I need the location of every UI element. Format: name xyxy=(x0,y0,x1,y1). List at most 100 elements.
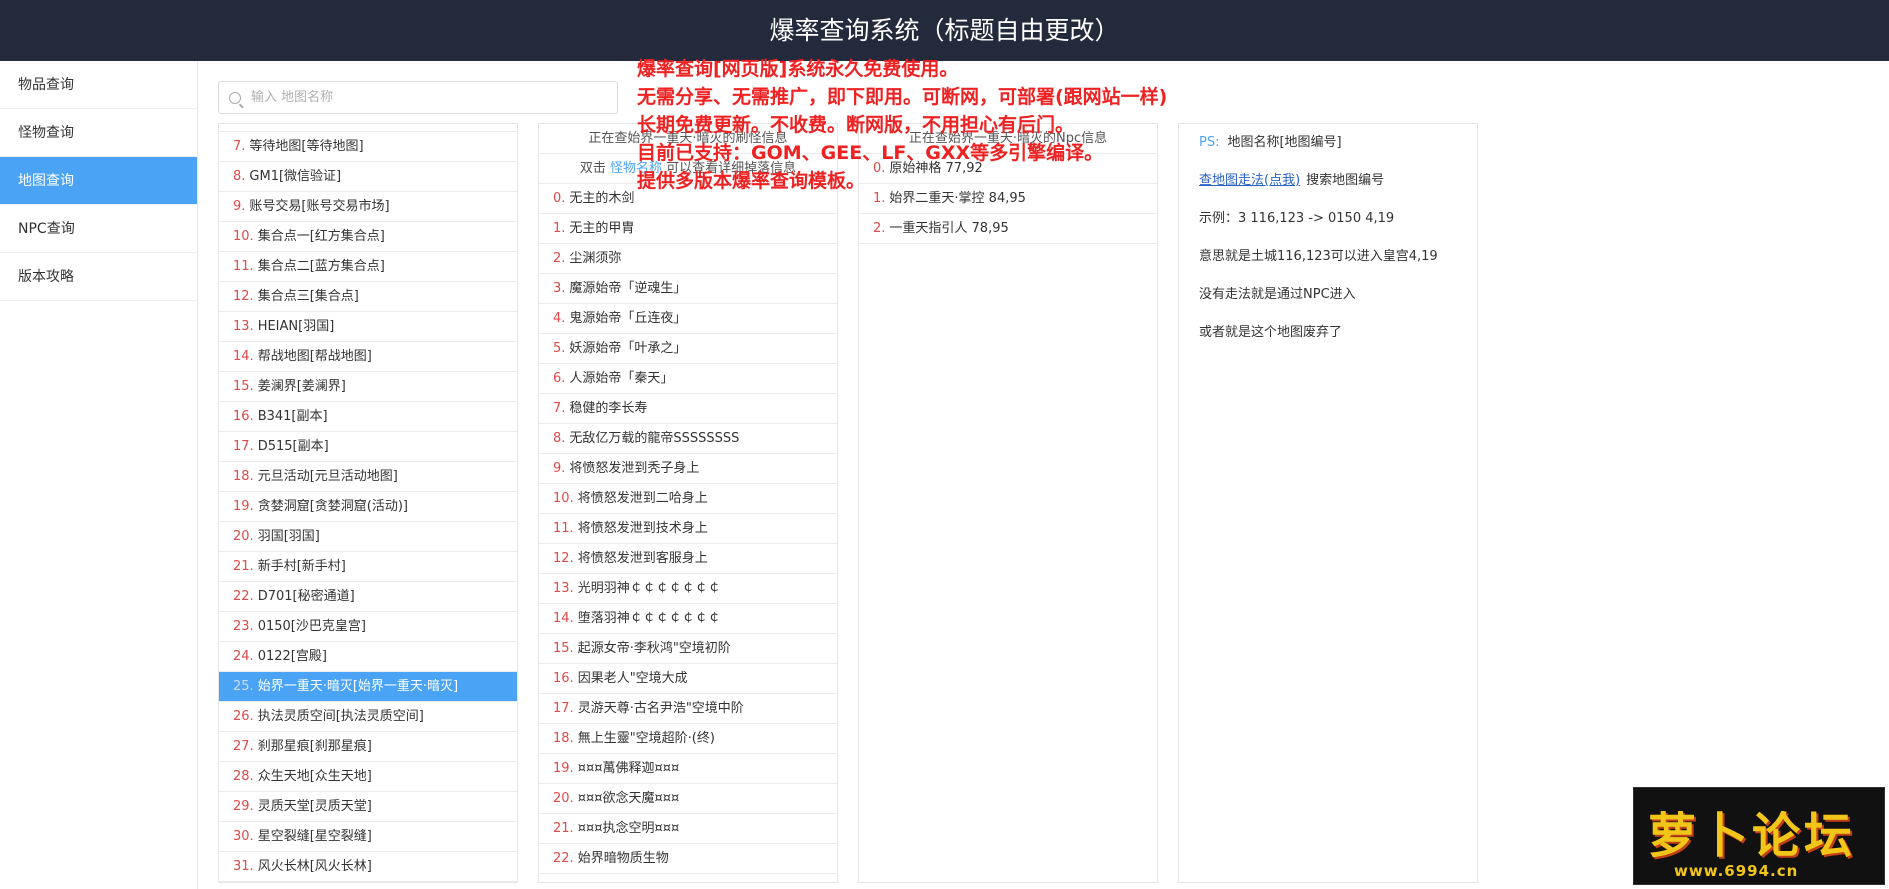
monster-list-item[interactable]: 14. 堕落羽神￠￠￠￠￠￠￠ xyxy=(539,604,837,634)
row-label: 羽国[羽国] xyxy=(257,529,320,544)
npc-list-item[interactable]: 2. 一重天指引人 78,95 xyxy=(859,214,1157,244)
npc-list-panel[interactable]: 正在查始界一重天·暗灭的Npc信息 0. 原始神格 77,92 1. 始界二重天·掌控… xyxy=(858,123,1158,883)
row-label: 稳健的李长寿 xyxy=(569,401,648,416)
row-label: 人源始帝「秦天」 xyxy=(569,371,674,386)
row-number: 3. xyxy=(553,281,566,296)
row-label: 始界暗物质生物 xyxy=(577,851,669,866)
row-number: 9. xyxy=(553,461,566,476)
row-label: 帮战地图[帮战地图] xyxy=(257,349,372,364)
map-list-item[interactable]: 30. 星空裂缝[星空裂缝] xyxy=(219,822,517,852)
map-list-item[interactable]: 21. 新手村[新手村] xyxy=(219,552,517,582)
map-list-item[interactable]: 23. 0150[沙巴克皇宫] xyxy=(219,612,517,642)
row-number: 8. xyxy=(233,169,246,184)
map-list-item[interactable]: 16. B341[副本] xyxy=(219,402,517,432)
monster-list-item[interactable]: 7. 稳健的李长寿 xyxy=(539,394,837,424)
row-label: 元旦活动[元旦活动地图] xyxy=(257,469,398,484)
row-label: 一重天指引人 78,95 xyxy=(889,221,1009,236)
monster-list-item[interactable]: 11. 将愤怒发泄到技术身上 xyxy=(539,514,837,544)
row-number: 12. xyxy=(233,289,254,304)
map-list-item[interactable]: 29. 灵质天堂[灵质天堂] xyxy=(219,792,517,822)
monster-list-item[interactable]: 10. 将愤怒发泄到二哈身上 xyxy=(539,484,837,514)
row-number: 19. xyxy=(553,761,574,776)
monster-list-item[interactable]: 19. ¤¤¤萬佛释迦¤¤¤ xyxy=(539,754,837,784)
map-list-item[interactable]: 25. 始界一重天·暗灭[始界一重天·暗灭] xyxy=(219,672,517,702)
row-number: 20. xyxy=(553,791,574,806)
row-number: 2. xyxy=(873,221,886,236)
sidebar-item-npc[interactable]: NPC查询 xyxy=(0,205,197,253)
row-label: 贪婪洞窟[贪婪洞窟(活动)] xyxy=(257,499,408,514)
row-number: 24. xyxy=(233,649,254,664)
monster-list-item[interactable]: 21. ¤¤¤执念空明¤¤¤ xyxy=(539,814,837,844)
monster-list-item[interactable]: 1. 无主的甲胄 xyxy=(539,214,837,244)
sidebar-item-items[interactable]: 物品查询 xyxy=(0,61,197,109)
info-line: 意思就是土城116,123可以进入皇宫4,19 xyxy=(1199,249,1438,264)
monster-list-panel[interactable]: 正在查始界一重天·暗灭的刷怪信息 双击 怪物名称 可以查看详细掉落信息 0. 无主… xyxy=(538,123,838,883)
row-label: 无敌亿万载的龍帝SSSSSSSS xyxy=(569,431,740,446)
map-list-item[interactable]: 18. 元旦活动[元旦活动地图] xyxy=(219,462,517,492)
map-list-item[interactable]: 7. 等待地图[等待地图] xyxy=(219,132,517,162)
sidebar-item-guide[interactable]: 版本攻略 xyxy=(0,253,197,301)
monster-list-item[interactable]: 4. 鬼源始帝「丘连夜」 xyxy=(539,304,837,334)
map-list-item[interactable]: 28. 众生天地[众生天地] xyxy=(219,762,517,792)
monster-list-item[interactable]: 9. 将愤怒发泄到秃子身上 xyxy=(539,454,837,484)
monster-list-item[interactable]: 16. 因果老人"空境大成 xyxy=(539,664,837,694)
row-label: 鬼源始帝「丘连夜」 xyxy=(569,311,687,326)
map-list-item[interactable]: 17. D515[副本] xyxy=(219,432,517,462)
row-label: 因果老人"空境大成 xyxy=(577,671,688,686)
row-number: 12. xyxy=(553,551,574,566)
row-number: 18. xyxy=(553,731,574,746)
monster-list-item[interactable]: 22. 始界暗物质生物 xyxy=(539,844,837,874)
sidebar-item-monsters[interactable]: 怪物查询 xyxy=(0,109,197,157)
sidebar-item-maps[interactable]: 地图查询 xyxy=(0,157,197,205)
monster-list-item[interactable]: 12. 将愤怒发泄到客服身上 xyxy=(539,544,837,574)
row-number: 15. xyxy=(233,379,254,394)
row-label: ¤¤¤执念空明¤¤¤ xyxy=(577,821,680,836)
row-label: 集合点二[蓝方集合点] xyxy=(257,259,385,274)
map-list-item[interactable]: 11. 集合点二[蓝方集合点] xyxy=(219,252,517,282)
map-list-item[interactable]: 13. HEIAN[羽国] xyxy=(219,312,517,342)
map-list-item[interactable]: 12. 集合点三[集合点] xyxy=(219,282,517,312)
map-list-item[interactable]: 20. 羽国[羽国] xyxy=(219,522,517,552)
map-list-item[interactable]: 27. 刹那星痕[刹那星痕] xyxy=(219,732,517,762)
row-label: 新手村[新手村] xyxy=(257,559,346,574)
row-number: 2. xyxy=(553,251,566,266)
monster-list-item[interactable]: 3. 魔源始帝「逆魂生」 xyxy=(539,274,837,304)
map-list-item[interactable]: 8. GM1[微信验证] xyxy=(219,162,517,192)
map-list-item[interactable]: 31. 风火长林[风火长林] xyxy=(219,852,517,882)
monster-list-item[interactable]: 2. 尘渊须弥 xyxy=(539,244,837,274)
map-list-item[interactable]: 15. 姜澜界[姜澜界] xyxy=(219,372,517,402)
row-label: 0122[宫殿] xyxy=(257,649,327,664)
map-list-item[interactable]: 10. 集合点一[红方集合点] xyxy=(219,222,517,252)
map-list-item[interactable]: 9. 账号交易[账号交易市场] xyxy=(219,192,517,222)
row-label: 尘渊须弥 xyxy=(569,251,622,266)
row-label: 0150[沙巴克皇宫] xyxy=(257,619,366,634)
map-search-input[interactable] xyxy=(251,90,611,105)
map-list-panel[interactable]: 7. 等待地图[等待地图] 8. GM1[微信验证] 9. 账号交易[账号交易市场] 10.… xyxy=(218,123,518,883)
monster-list-item[interactable]: 15. 起源女帝·李秋鸿"空境初阶 xyxy=(539,634,837,664)
row-label: 堕落羽神￠￠￠￠￠￠￠ xyxy=(577,611,721,626)
search-icon xyxy=(229,91,241,104)
ps-line: PS: 地图名称[地图编号] xyxy=(1179,124,1477,162)
monster-list-item[interactable]: 18. 無上生靈"空境超阶·(终) xyxy=(539,724,837,754)
row-number: 27. xyxy=(233,739,254,754)
monster-list-item[interactable]: 20. ¤¤¤欲念天魔¤¤¤ xyxy=(539,784,837,814)
monster-list-item[interactable]: 13. 光明羽神￠￠￠￠￠￠￠ xyxy=(539,574,837,604)
search-box[interactable] xyxy=(218,81,618,114)
row-number: 30. xyxy=(233,829,254,844)
map-list-item[interactable]: 19. 贪婪洞窟[贪婪洞窟(活动)] xyxy=(219,492,517,522)
monster-list-item[interactable]: 8. 无敌亿万载的龍帝SSSSSSSS xyxy=(539,424,837,454)
map-list-item[interactable]: 22. D701[秘密通道] xyxy=(219,582,517,612)
row-number: 10. xyxy=(233,229,254,244)
map-list-item[interactable]: 24. 0122[宫殿] xyxy=(219,642,517,672)
row-label: 無上生靈"空境超阶·(终) xyxy=(577,731,715,746)
map-route-link[interactable]: 查地图走法(点我) xyxy=(1199,173,1300,188)
map-list-item[interactable]: 14. 帮战地图[帮战地图] xyxy=(219,342,517,372)
watermark-logo: 萝卜论坛 www.6994.cn xyxy=(1633,787,1885,885)
row-label: 将愤怒发泄到秃子身上 xyxy=(569,461,700,476)
monster-list-item[interactable]: 6. 人源始帝「秦天」 xyxy=(539,364,837,394)
monster-list-item[interactable]: 17. 灵游天尊·古名尹浩"空境中阶 xyxy=(539,694,837,724)
map-list-item[interactable]: 26. 执法灵质空间[执法灵质空间] xyxy=(219,702,517,732)
monster-list-item[interactable]: 5. 妖源始帝「叶承之」 xyxy=(539,334,837,364)
row-label: 集合点一[红方集合点] xyxy=(257,229,385,244)
route-link-line: 查地图走法(点我) 搜索地图编号 xyxy=(1179,162,1477,200)
